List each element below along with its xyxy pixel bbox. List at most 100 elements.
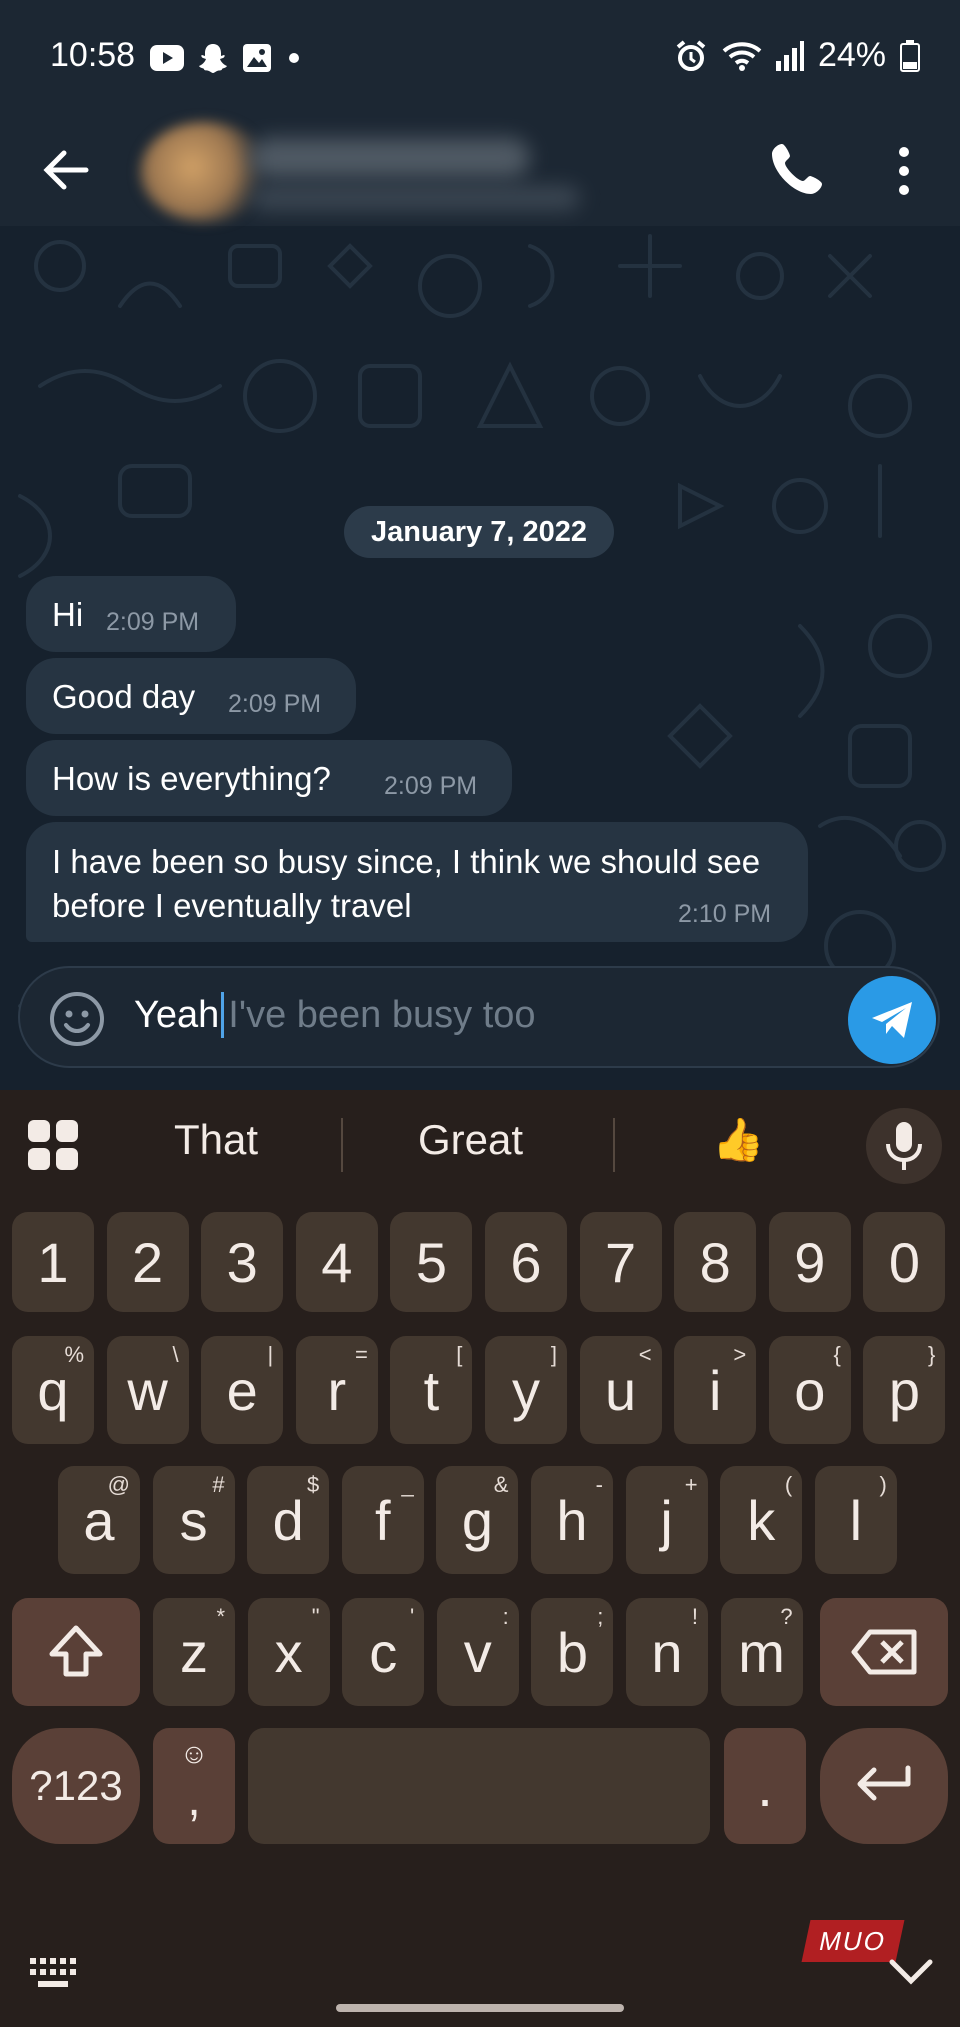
system-icons: 24% <box>674 36 920 75</box>
suggestion-3[interactable]: 👍 <box>712 1116 764 1165</box>
key-secondary-label: + <box>684 1472 698 1497</box>
key-4[interactable]: 4 <box>295 1212 378 1312</box>
key-label: r <box>327 1358 347 1422</box>
shift-key[interactable] <box>12 1598 140 1706</box>
key-s[interactable]: s # <box>152 1466 235 1574</box>
key-n[interactable]: n! <box>626 1598 708 1706</box>
key-z[interactable]: z * <box>153 1598 235 1706</box>
key-secondary-label: { <box>833 1342 841 1367</box>
contact-name-blurred[interactable] <box>250 138 530 178</box>
key-p[interactable]: p} <box>863 1336 946 1444</box>
key-secondary-label: % <box>64 1342 84 1367</box>
message-bubble[interactable]: Good day 2:09 PM <box>26 658 356 734</box>
key-y[interactable]: y] <box>485 1336 567 1444</box>
notification-icons <box>150 40 302 76</box>
backspace-key[interactable] <box>820 1598 948 1706</box>
key-2[interactable]: 2 <box>106 1212 189 1312</box>
space-bar[interactable] <box>248 1728 710 1844</box>
key-b[interactable]: b; <box>531 1598 614 1706</box>
message-time: 2:10 PM <box>678 900 772 928</box>
alarm-icon <box>676 39 706 71</box>
key-label: 2 <box>132 1230 164 1294</box>
key-o[interactable]: o{ <box>768 1336 851 1444</box>
key-secondary-label: ! <box>691 1604 698 1629</box>
contact-status-blurred <box>250 186 580 210</box>
key-i[interactable]: i > <box>674 1336 757 1444</box>
message-time: 2:09 PM <box>106 608 200 636</box>
key-e[interactable]: e | <box>201 1336 284 1444</box>
key-label: y <box>512 1358 540 1422</box>
keyboard-menu-icon[interactable] <box>26 1118 80 1172</box>
voice-input-button[interactable] <box>866 1108 942 1184</box>
key-c[interactable]: c ' <box>342 1598 425 1706</box>
key-3[interactable]: 3 <box>201 1212 284 1312</box>
key-label: u <box>605 1358 637 1422</box>
key-q[interactable]: q% <box>12 1336 94 1444</box>
dot-icon <box>289 53 299 63</box>
message-bubble[interactable]: I have been so busy since, I think we sh… <box>26 822 808 942</box>
key-label: t <box>423 1358 440 1422</box>
key-v[interactable]: v: <box>436 1598 519 1706</box>
shift-icon <box>49 1625 103 1677</box>
key-w[interactable]: w \ <box>106 1336 189 1444</box>
message-bubble[interactable]: Hi 2:09 PM <box>26 576 236 652</box>
message-list[interactable]: January 7, 2022 Hi 2:09 PM Good day 2:09… <box>0 226 960 1090</box>
key-9[interactable]: 9 <box>768 1212 851 1312</box>
message-bubble[interactable]: How is everything? 2:09 PM <box>26 740 512 816</box>
more-options-icon[interactable] <box>876 138 932 204</box>
chevron-down-icon[interactable] <box>886 1950 936 1990</box>
symbols-key[interactable]: ?123 <box>12 1728 140 1844</box>
phone-call-icon[interactable] <box>764 136 830 202</box>
suggestion-strip: That Great 👍 <box>0 1090 960 1200</box>
key-h[interactable]: h- <box>531 1466 613 1574</box>
enter-key[interactable] <box>820 1728 948 1844</box>
suggestion-2[interactable]: Great <box>418 1116 523 1164</box>
period-key[interactable]: . <box>724 1728 806 1844</box>
text-cursor <box>221 992 225 1038</box>
key-label: 4 <box>321 1230 353 1294</box>
back-arrow-icon[interactable] <box>36 140 96 200</box>
key-a[interactable]: a @ <box>58 1466 140 1574</box>
key-g[interactable]: g & <box>436 1466 519 1574</box>
key-7[interactable]: 7 <box>579 1212 662 1312</box>
key-label: s <box>179 1488 208 1552</box>
message-input[interactable]: Yeah I've been busy too <box>134 992 536 1038</box>
key-8[interactable]: 8 <box>674 1212 757 1312</box>
key-f[interactable]: f _ <box>341 1466 424 1574</box>
snapchat-icon <box>199 44 227 73</box>
key-k[interactable]: k( <box>720 1466 803 1574</box>
key-6[interactable]: 6 <box>485 1212 567 1312</box>
wifi-icon <box>722 41 762 71</box>
key-1[interactable]: 1 <box>12 1212 94 1312</box>
emoji-icon[interactable] <box>48 990 106 1048</box>
message-composer: Yeah I've been busy too <box>18 966 940 1068</box>
suggestion-1[interactable]: That <box>174 1116 258 1164</box>
key-label: . <box>757 1754 773 1818</box>
key-r[interactable]: r = <box>295 1336 378 1444</box>
key-label: x <box>274 1620 303 1684</box>
key-secondary-label: # <box>212 1472 225 1497</box>
key-label: z <box>180 1620 208 1684</box>
key-u[interactable]: u < <box>579 1336 662 1444</box>
keyboard-switch-icon[interactable] <box>28 1956 78 1990</box>
key-label: k <box>747 1488 776 1552</box>
navigation-handle[interactable] <box>336 2004 624 2012</box>
key-l[interactable]: l) <box>814 1466 897 1574</box>
key-d[interactable]: d $ <box>247 1466 330 1574</box>
contact-avatar[interactable] <box>140 122 270 222</box>
message-text: How is everything? <box>52 760 331 797</box>
comma-emoji-key[interactable]: ☺, <box>153 1728 235 1844</box>
key-secondary-label: $ <box>306 1472 320 1497</box>
suggestion-divider <box>341 1118 343 1172</box>
gallery-icon <box>243 44 271 72</box>
key-secondary-label: } <box>928 1342 936 1367</box>
key-label: c <box>369 1620 398 1684</box>
key-5[interactable]: 5 <box>390 1212 473 1312</box>
key-0[interactable]: 0 <box>863 1212 946 1312</box>
key-m[interactable]: m? <box>720 1598 803 1706</box>
key-x[interactable]: x " <box>247 1598 330 1706</box>
key-t[interactable]: t[ <box>390 1336 473 1444</box>
key-label: o <box>794 1358 826 1422</box>
send-button[interactable] <box>848 976 936 1064</box>
key-j[interactable]: j + <box>625 1466 708 1574</box>
